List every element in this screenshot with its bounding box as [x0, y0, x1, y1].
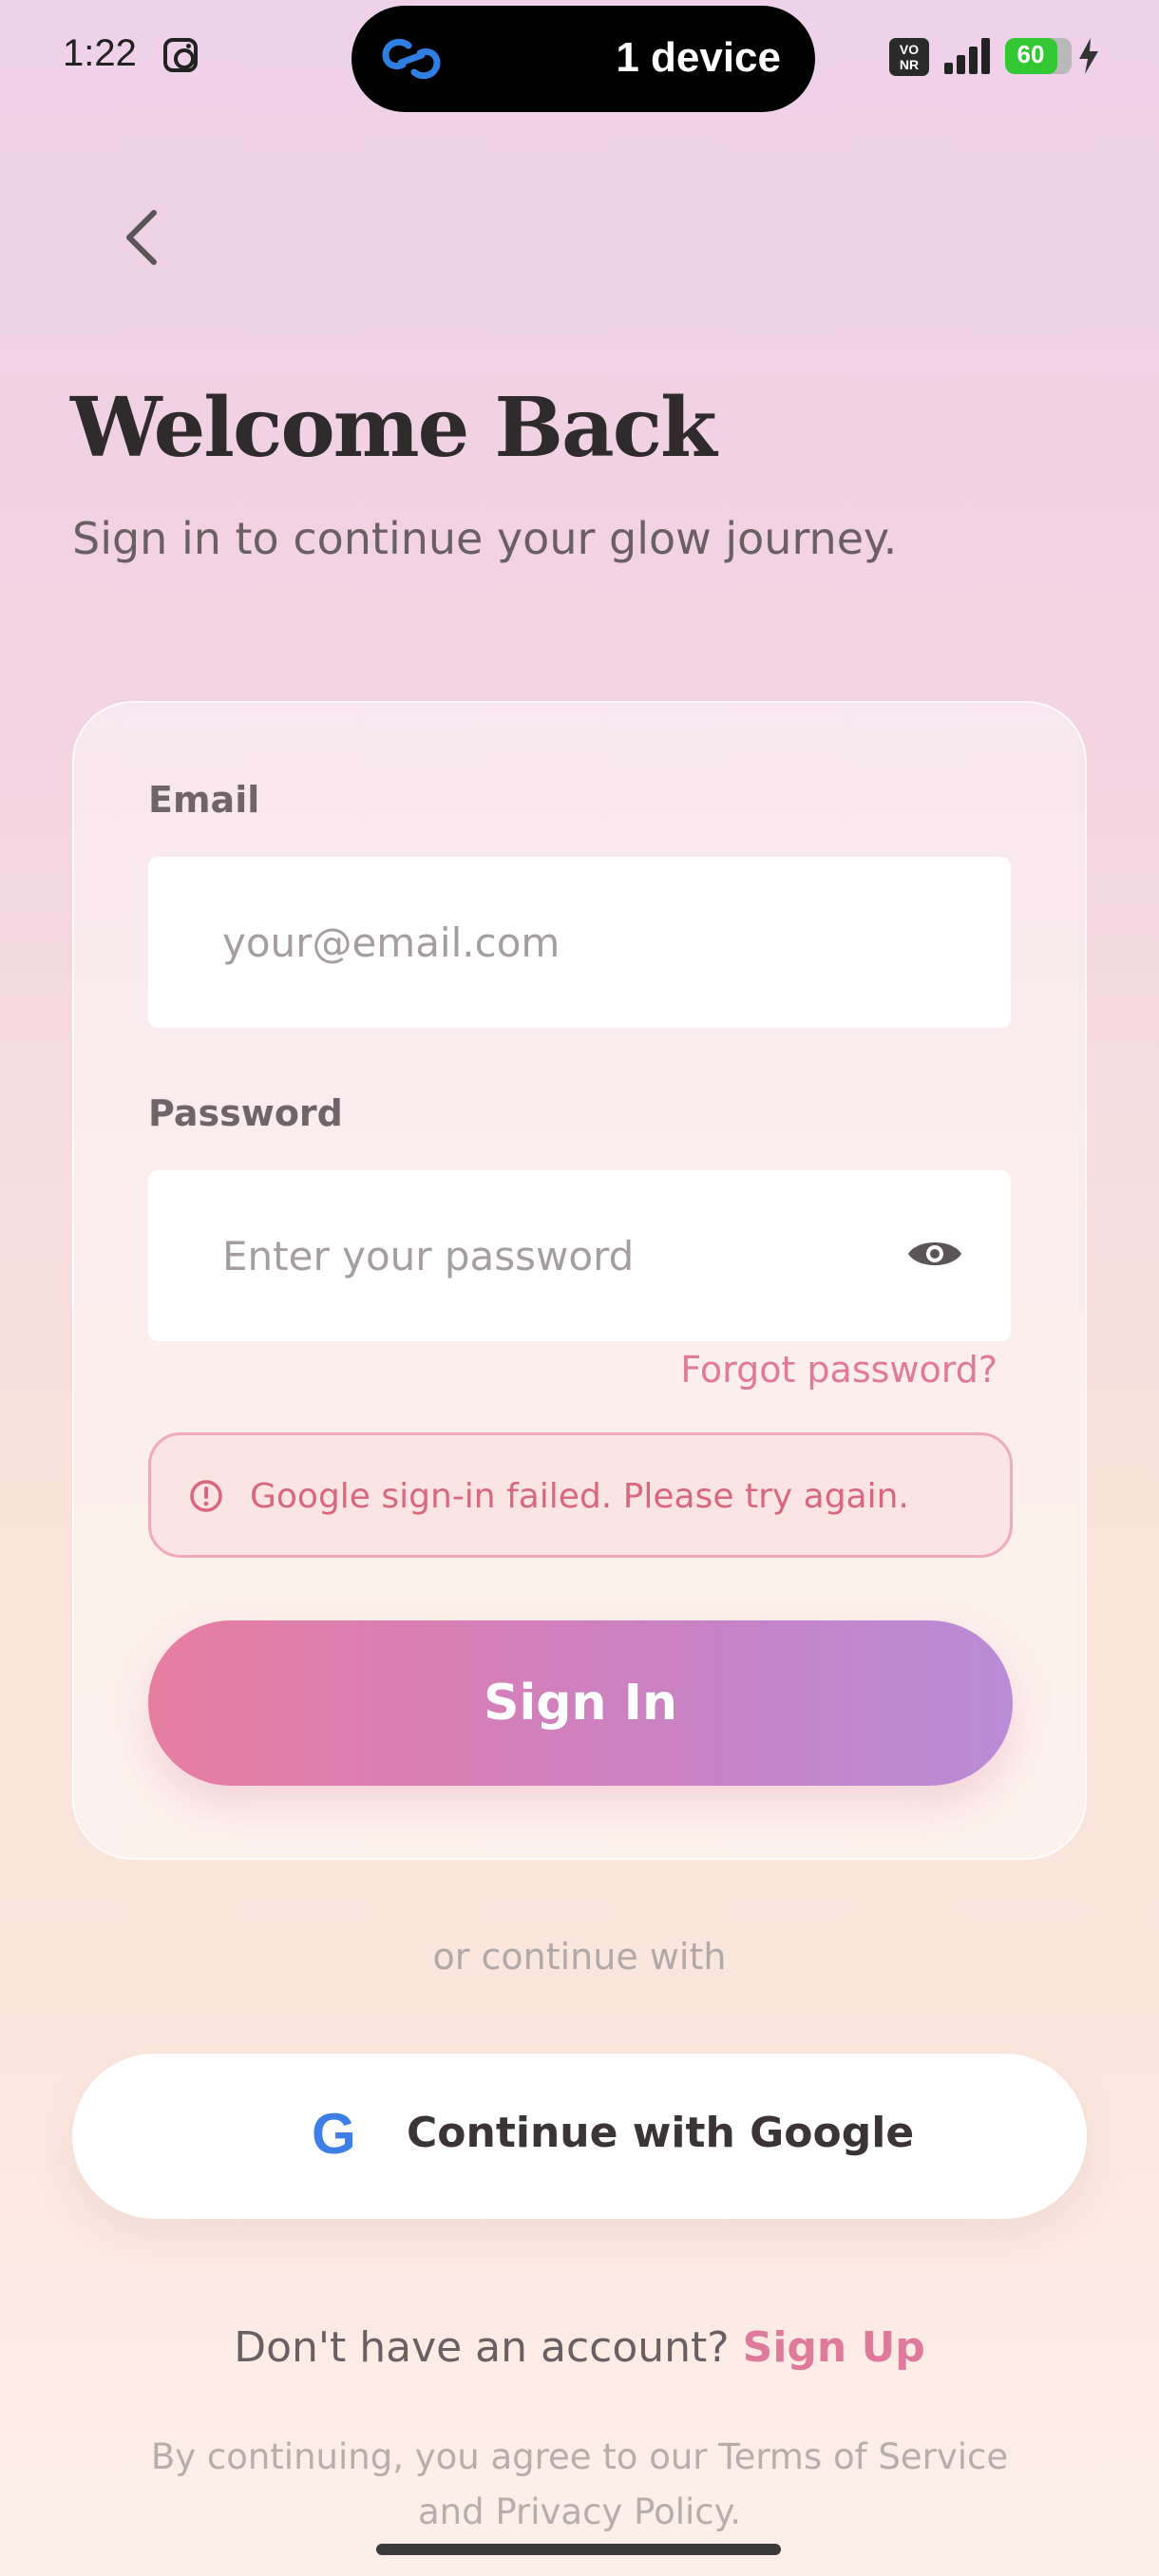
signal-icon [944, 36, 992, 74]
charging-icon [1079, 38, 1098, 74]
signin-card: Email your@email.com Password Enter your… [72, 701, 1087, 1860]
forgot-password-link[interactable]: Forgot password? [680, 1349, 998, 1391]
island-device-count: 1 device [616, 34, 781, 81]
page-subtitle: Sign in to continue your glow journey. [72, 513, 898, 564]
sign-up-link[interactable]: Sign Up [743, 2323, 925, 2372]
status-time: 1:22 [63, 32, 137, 74]
home-indicator[interactable] [376, 2544, 781, 2555]
sign-in-button[interactable]: Sign In [148, 1620, 1013, 1786]
error-banner: Google sign-in failed. Please try again. [148, 1432, 1013, 1558]
status-bar: 1:22 1 device VO NR 60 [0, 0, 1159, 114]
battery-icon: 60 [1005, 38, 1072, 74]
vonr-bottom: NR [899, 57, 920, 72]
vonr-top: VO [899, 42, 920, 57]
legal-line-2: and Privacy Policy. [417, 2491, 741, 2532]
alert-circle-icon [190, 1480, 222, 1512]
divider-label: or continue with [432, 1936, 727, 1978]
google-icon: G [312, 2102, 356, 2166]
legal-line-1: By continuing, you agree to our Terms of… [150, 2436, 1009, 2477]
password-label: Password [148, 1092, 343, 1134]
email-placeholder: your@email.com [222, 919, 560, 966]
chevron-left-icon [126, 210, 157, 265]
instagram-icon [163, 38, 198, 72]
google-button-label: Continue with Google [407, 2109, 915, 2157]
back-button[interactable] [110, 199, 177, 275]
email-field[interactable]: your@email.com [148, 857, 1011, 1028]
link-icon [382, 38, 441, 80]
page-title: Welcome Back [70, 380, 717, 476]
email-label: Email [148, 779, 260, 821]
password-placeholder: Enter your password [222, 1233, 635, 1279]
legal-notice: By continuing, you agree to our Terms of… [133, 2430, 1026, 2540]
eye-icon[interactable] [906, 1235, 963, 1273]
dynamic-island[interactable]: 1 device [352, 6, 815, 112]
google-signin-button[interactable]: G Continue with Google [72, 2054, 1087, 2219]
vonr-icon: VO NR [889, 38, 929, 76]
error-message: Google sign-in failed. Please try again. [250, 1477, 909, 1516]
signup-prompt: Don't have an account? Sign Up [0, 2323, 1159, 2372]
no-account-text: Don't have an account? [234, 2323, 730, 2372]
password-field[interactable]: Enter your password [148, 1170, 1011, 1341]
battery-level: 60 [1016, 40, 1045, 68]
